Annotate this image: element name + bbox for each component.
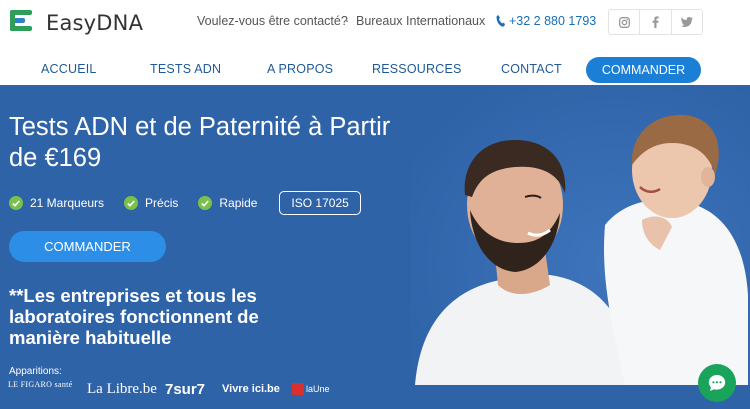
feature-precise: Précis xyxy=(124,196,178,210)
press-logo-text: La Libre.be xyxy=(87,381,157,397)
press-logo-figaro[interactable]: LE FIGARO santé xyxy=(8,378,73,389)
phone-number: +32 2 880 1793 xyxy=(509,14,597,28)
phone-link[interactable]: +32 2 880 1793 xyxy=(496,14,596,28)
separator-dot: · xyxy=(345,14,350,28)
nav-tests-adn[interactable]: TESTS ADN xyxy=(150,62,221,76)
hero-title: Tests ADN et de Paternité à Partir de €1… xyxy=(9,113,391,172)
facebook-icon[interactable] xyxy=(639,10,670,34)
feature-label: 21 Marqueurs xyxy=(30,196,105,210)
press-logo-text: Vivre ici.be xyxy=(222,383,280,395)
phone-icon xyxy=(496,15,505,27)
check-icon xyxy=(9,196,23,210)
laune-mark-icon xyxy=(292,383,304,395)
hero-banner: Tests ADN et de Paternité à Partir de €1… xyxy=(0,85,750,409)
instagram-icon[interactable] xyxy=(609,10,639,34)
iso-badge: ISO 17025 xyxy=(279,191,361,215)
feature-markers: 21 Marqueurs xyxy=(9,196,104,210)
chat-icon xyxy=(708,375,726,391)
business-notice: **Les entreprises et tous les laboratoir… xyxy=(9,285,259,348)
social-links xyxy=(608,9,703,35)
feature-label: Rapide xyxy=(219,196,258,210)
nav-ressources[interactable]: RESSOURCES xyxy=(372,62,462,76)
contact-request-link[interactable]: Voulez-vous être contacté? xyxy=(197,14,348,28)
twitter-icon[interactable] xyxy=(670,10,702,34)
father-son-photo xyxy=(410,85,750,385)
logo[interactable]: EasyDNA xyxy=(10,8,143,38)
apparitions-label: Apparitions: xyxy=(9,366,62,377)
check-icon xyxy=(124,196,139,210)
press-logo-vivreici[interactable]: Vivre ici.be xyxy=(222,383,280,395)
chat-widget-button[interactable] xyxy=(698,364,736,402)
offices-link[interactable]: Bureaux Internationaux xyxy=(356,14,485,28)
press-logo-laune[interactable]: laUne xyxy=(292,383,330,395)
hero-order-button[interactable]: COMMANDER xyxy=(9,231,166,262)
nav-contact[interactable]: CONTACT xyxy=(501,62,562,76)
press-logo-text: LE FIGARO santé xyxy=(8,380,73,389)
nav-a-propos[interactable]: A PROPOS xyxy=(267,62,333,76)
press-logo-text: 7sur7 xyxy=(165,381,206,398)
press-logo-7sur7[interactable]: 7sur7 xyxy=(165,381,205,398)
check-icon xyxy=(198,196,213,210)
feature-label: Précis xyxy=(145,196,179,210)
press-logo-text: laUne xyxy=(306,384,330,394)
main-nav: ACCUEIL TESTS ADN A PROPOS RESSOURCES CO… xyxy=(0,53,750,83)
nav-order-button[interactable]: COMMANDER xyxy=(586,57,701,83)
top-bar: EasyDNA Voulez-vous être contacté? · Bur… xyxy=(0,0,750,46)
feature-fast: Rapide xyxy=(198,196,257,210)
feature-list: 21 Marqueurs Précis Rapide ISO 17025 xyxy=(9,191,361,215)
press-logo-lalibre[interactable]: La Libre.be xyxy=(87,381,157,398)
nav-accueil[interactable]: ACCUEIL xyxy=(41,62,97,76)
logo-icon xyxy=(10,8,40,38)
logo-text: EasyDNA xyxy=(46,11,144,35)
